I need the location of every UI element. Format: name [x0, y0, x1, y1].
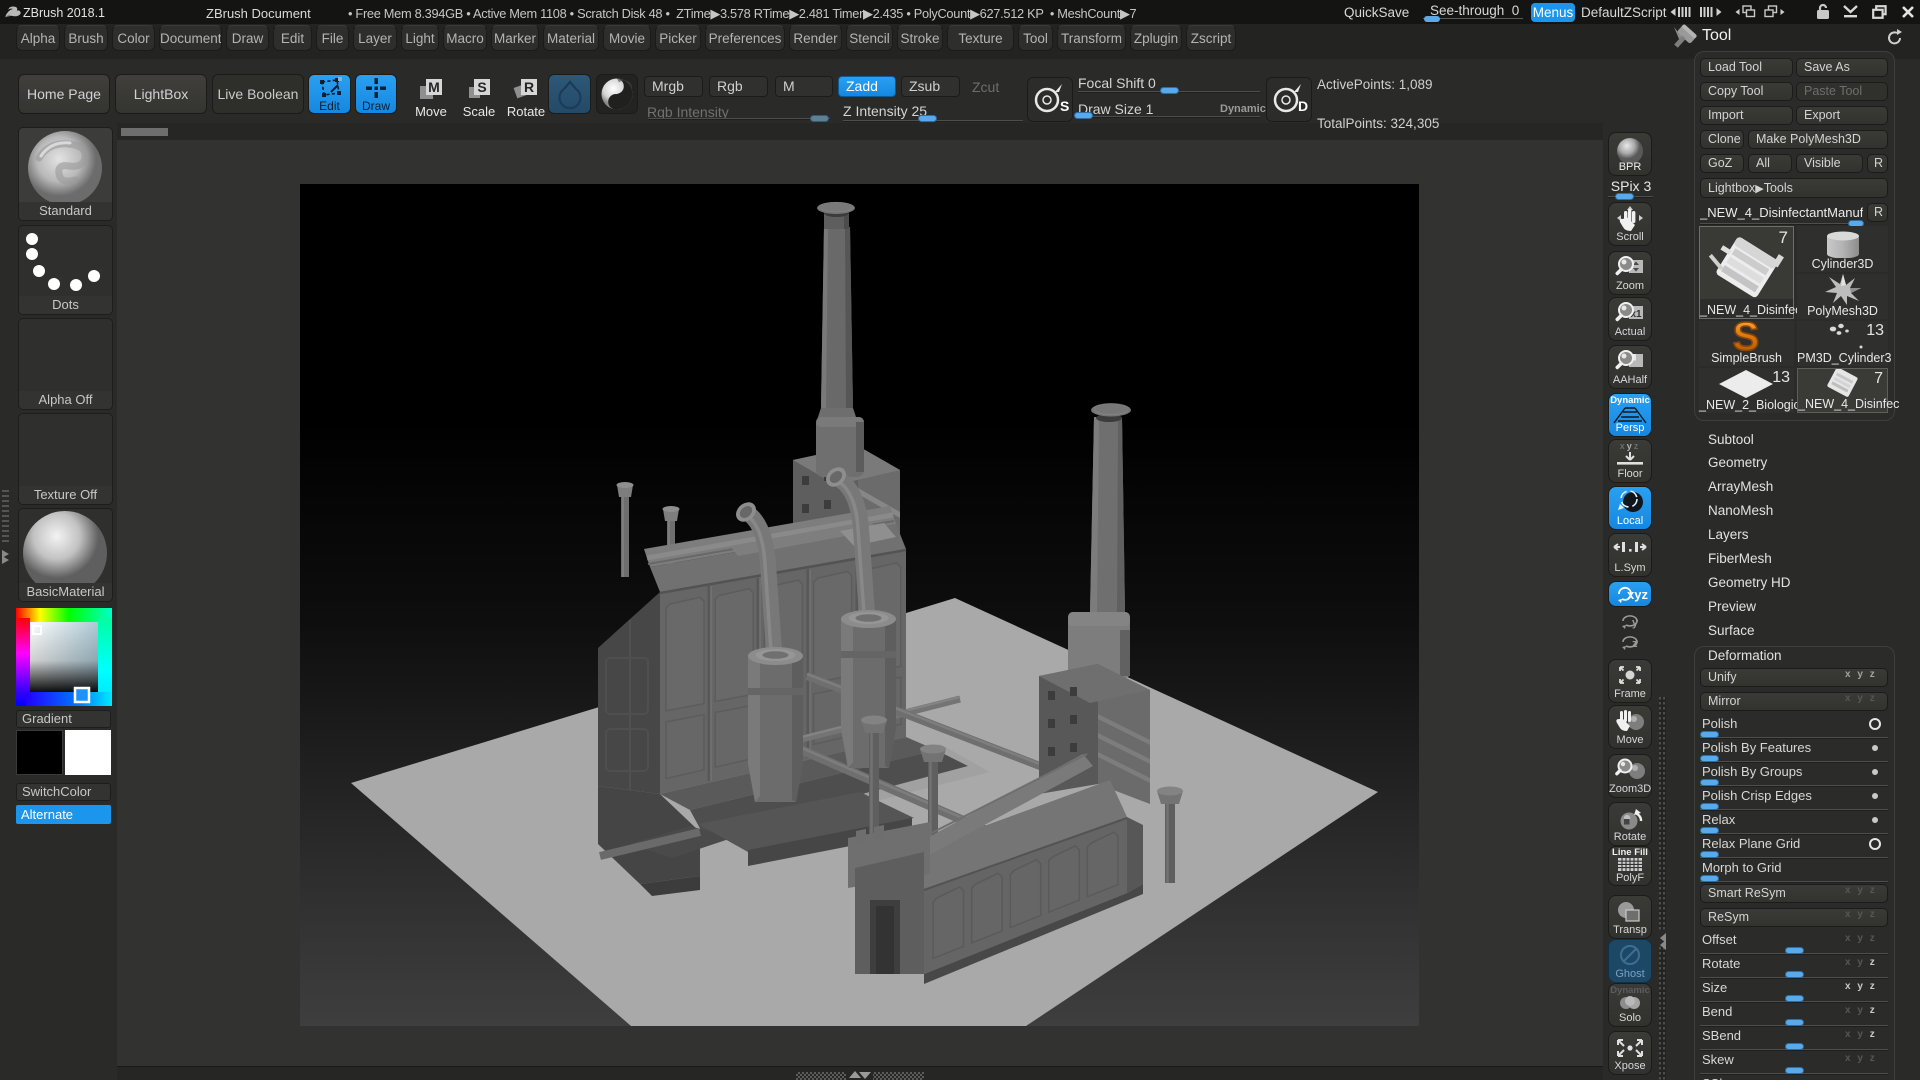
svg-text:D: D — [1298, 98, 1308, 114]
svg-text:M: M — [428, 79, 440, 95]
svg-text:y: y — [1632, 617, 1639, 629]
svg-text:S: S — [477, 79, 486, 95]
svg-text:S: S — [1733, 321, 1760, 352]
svg-text:xyz: xyz — [1627, 587, 1648, 602]
svg-text:R: R — [524, 79, 534, 95]
svg-text:z: z — [1632, 638, 1638, 650]
svg-text:S: S — [1060, 98, 1069, 114]
